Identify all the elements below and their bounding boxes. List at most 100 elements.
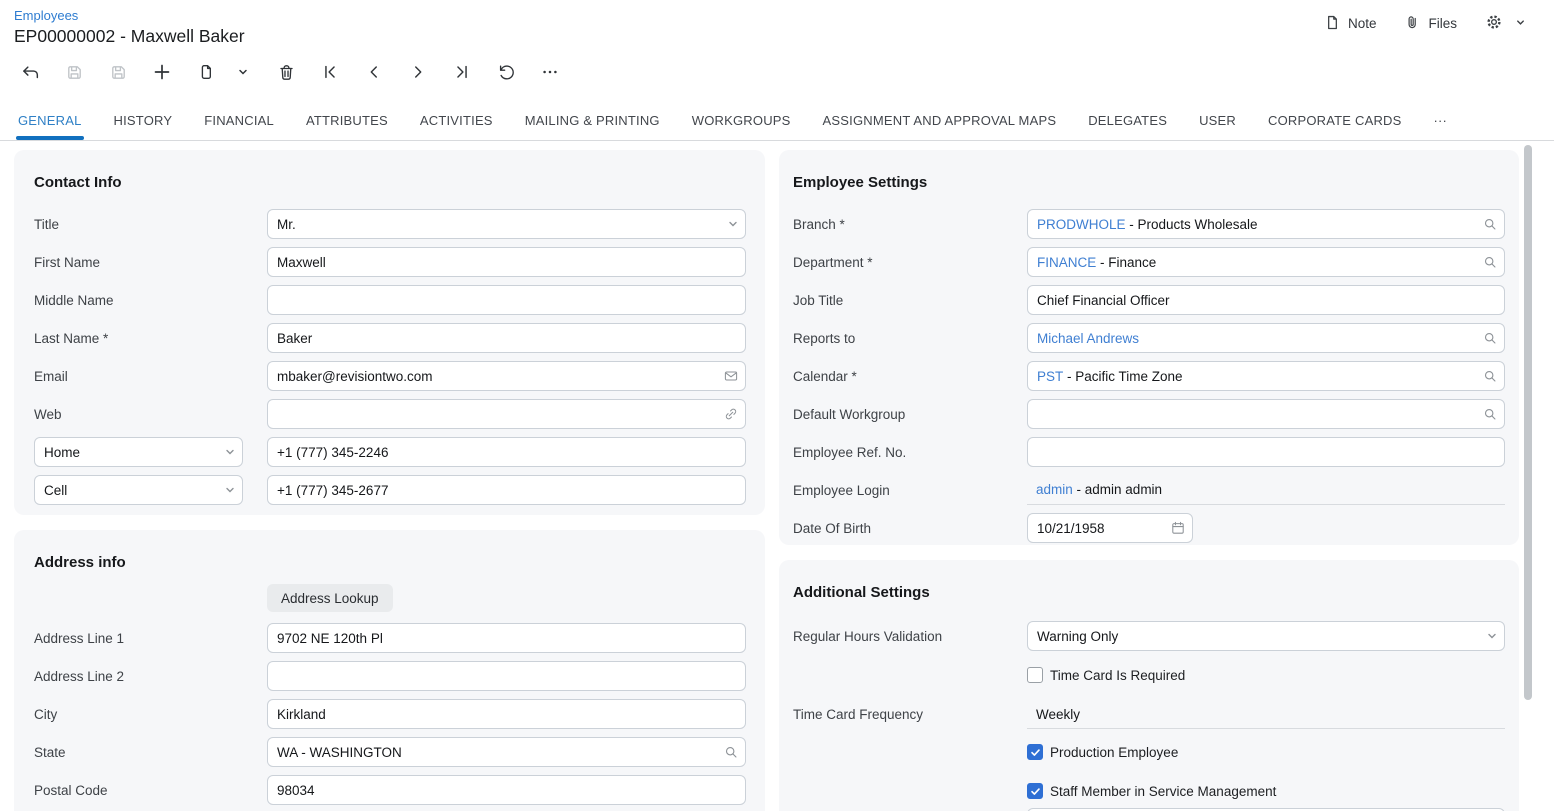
tab-attributes[interactable]: ATTRIBUTES	[306, 101, 388, 140]
first-name-label: First Name	[34, 255, 267, 270]
reports-to-selector[interactable]: Michael Andrews	[1027, 323, 1505, 353]
title-label: Title	[34, 217, 267, 232]
calendar-icon[interactable]	[1170, 520, 1186, 536]
address-line1-input[interactable]	[267, 623, 746, 653]
calendar-link[interactable]: PST	[1037, 369, 1063, 384]
default-workgroup-selector[interactable]	[1027, 399, 1505, 429]
time-card-required-checkbox[interactable]	[1027, 667, 1043, 683]
link-icon[interactable]	[723, 406, 739, 422]
page-title: EP00000002 - Maxwell Baker	[14, 26, 245, 47]
chevron-down-icon[interactable]	[1486, 630, 1498, 642]
tab-assignment-approval-maps[interactable]: ASSIGNMENT AND APPROVAL MAPS	[823, 101, 1057, 140]
city-label: City	[34, 707, 267, 722]
files-button[interactable]: Files	[1404, 14, 1457, 34]
time-card-required-label: Time Card Is Required	[1050, 668, 1185, 683]
regular-hours-validation-label: Regular Hours Validation	[793, 629, 1027, 644]
search-icon[interactable]	[1482, 368, 1498, 384]
job-title-label: Job Title	[793, 293, 1027, 308]
address-line2-input[interactable]	[267, 661, 746, 691]
state-input[interactable]	[267, 737, 746, 767]
address-line2-label: Address Line 2	[34, 669, 267, 684]
breadcrumb-employees-link[interactable]: Employees	[14, 8, 78, 23]
dob-input[interactable]	[1027, 513, 1193, 543]
chevron-down-icon[interactable]	[224, 484, 236, 496]
reports-to-link[interactable]: Michael Andrews	[1037, 331, 1139, 346]
settings-menu-chevron[interactable]	[1515, 16, 1526, 31]
go-next-button[interactable]	[404, 58, 432, 86]
production-employee-row: Production Employee	[1027, 743, 1505, 761]
chevron-down-icon[interactable]	[727, 218, 739, 230]
middle-name-input[interactable]	[267, 285, 746, 315]
employee-login-label: Employee Login	[793, 483, 1027, 498]
more-actions-button[interactable]	[536, 58, 564, 86]
regular-hours-validation-select[interactable]: Warning Only	[1027, 621, 1505, 651]
delete-button[interactable]	[272, 58, 300, 86]
job-title-input[interactable]	[1027, 285, 1505, 315]
back-button[interactable]	[16, 58, 44, 86]
title-select[interactable]: Mr.	[267, 209, 746, 239]
staff-member-checkbox[interactable]	[1027, 783, 1043, 799]
contact-info-panel: Contact Info Title Mr. First Name Middle…	[14, 150, 765, 515]
tab-bar: GENERAL HISTORY FINANCIAL ATTRIBUTES ACT…	[18, 101, 1514, 140]
phone2-input[interactable]	[267, 475, 746, 505]
additional-settings-title: Additional Settings	[779, 560, 1519, 601]
tab-history[interactable]: HISTORY	[114, 101, 173, 140]
branch-selector[interactable]: PRODWHOLE - Products Wholesale	[1027, 209, 1505, 239]
web-input[interactable]	[267, 399, 746, 429]
search-icon[interactable]	[723, 744, 739, 760]
email-input[interactable]	[267, 361, 746, 391]
go-previous-button[interactable]	[360, 58, 388, 86]
employee-login-link[interactable]: admin	[1036, 482, 1073, 497]
last-name-input[interactable]	[267, 323, 746, 353]
time-card-frequency-value: Weekly	[1027, 700, 1505, 729]
phone2-type-select[interactable]: Cell	[34, 475, 243, 505]
department-selector[interactable]: FINANCE - Finance	[1027, 247, 1505, 277]
search-icon[interactable]	[1482, 216, 1498, 232]
middle-name-label: Middle Name	[34, 293, 267, 308]
search-icon[interactable]	[1482, 330, 1498, 346]
settings-gear-button[interactable]	[1485, 13, 1503, 34]
employee-ref-input[interactable]	[1027, 437, 1505, 467]
tab-mailing-printing[interactable]: MAILING & PRINTING	[525, 101, 660, 140]
production-employee-checkbox[interactable]	[1027, 744, 1043, 760]
add-record-button[interactable]	[148, 58, 176, 86]
tab-divider	[0, 140, 1554, 141]
branch-link[interactable]: PRODWHOLE	[1037, 217, 1126, 232]
search-icon[interactable]	[1482, 254, 1498, 270]
tab-user[interactable]: USER	[1199, 101, 1236, 140]
vertical-scrollbar-thumb[interactable]	[1524, 145, 1532, 700]
copy-button[interactable]	[192, 58, 220, 86]
tab-corporate-cards[interactable]: CORPORATE CARDS	[1268, 101, 1402, 140]
undo-button[interactable]	[492, 58, 520, 86]
tab-workgroups[interactable]: WORKGROUPS	[692, 101, 791, 140]
note-button[interactable]: Note	[1324, 14, 1377, 34]
phone1-input[interactable]	[267, 437, 746, 467]
tab-financial[interactable]: FINANCIAL	[204, 101, 274, 140]
department-label: Department *	[793, 255, 1027, 270]
postal-code-input[interactable]	[267, 775, 746, 805]
address-lookup-button[interactable]: Address Lookup	[267, 584, 393, 612]
city-input[interactable]	[267, 699, 746, 729]
first-name-input[interactable]	[267, 247, 746, 277]
state-label: State	[34, 745, 267, 760]
branch-label: Branch *	[793, 217, 1027, 232]
staff-member-row: Staff Member in Service Management	[1027, 782, 1505, 800]
calendar-selector[interactable]: PST - Pacific Time Zone	[1027, 361, 1505, 391]
default-workgroup-label: Default Workgroup	[793, 407, 1027, 422]
go-last-button[interactable]	[448, 58, 476, 86]
department-link[interactable]: FINANCE	[1037, 255, 1096, 270]
note-icon	[1324, 14, 1341, 34]
tab-activities[interactable]: ACTIVITIES	[420, 101, 493, 140]
tab-general[interactable]: GENERAL	[18, 101, 82, 140]
header-actions: Note Files	[1324, 13, 1526, 34]
tab-overflow-button[interactable]: ···	[1434, 101, 1448, 140]
copy-menu-chevron[interactable]	[236, 58, 250, 86]
search-icon[interactable]	[1482, 406, 1498, 422]
web-label: Web	[34, 407, 267, 422]
contact-info-title: Contact Info	[14, 150, 765, 191]
go-first-button[interactable]	[316, 58, 344, 86]
chevron-down-icon[interactable]	[224, 446, 236, 458]
phone1-type-select[interactable]: Home	[34, 437, 243, 467]
envelope-icon[interactable]	[723, 368, 739, 384]
tab-delegates[interactable]: DELEGATES	[1088, 101, 1167, 140]
